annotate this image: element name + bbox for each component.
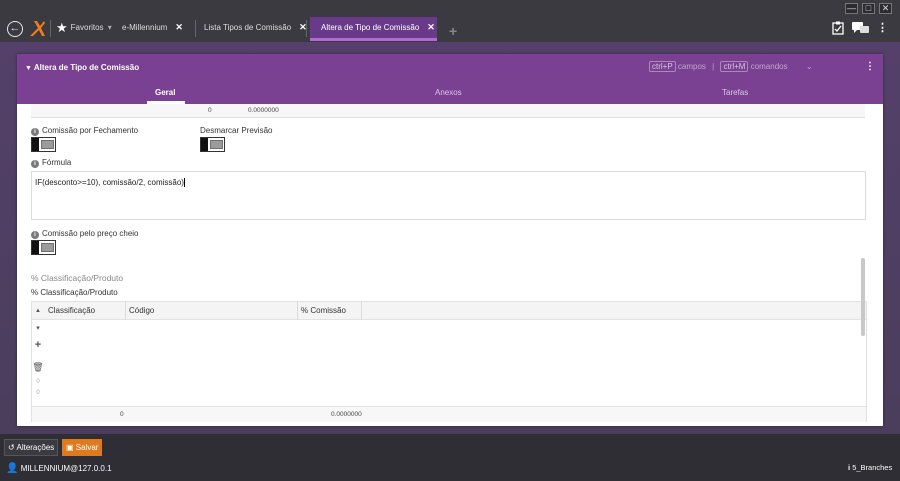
close-window-button[interactable]: ✕ (879, 3, 892, 14)
tab-geral[interactable]: Geral (155, 88, 175, 97)
panel-header: ▼ Altera de Tipo de Comissão ctrl+P camp… (17, 54, 883, 104)
grid-header: ▲ Classificação Código % Comissão (32, 302, 866, 320)
title-bar: — □ ✕ ← ★ Favoritos ▾ e-Millennium ✕ Lista… (0, 0, 900, 42)
more-menu-icon[interactable]: ⋮ (877, 21, 888, 34)
previous-grid-footer: 0 0.0000000 (31, 104, 865, 118)
save-icon: ▣ (66, 443, 74, 452)
tab-favoritos[interactable]: ★ Favoritos ▾ (52, 17, 112, 38)
grid-side-toolbar: ▾ + 🗑 0 0 (32, 324, 44, 396)
section-title: % Classificação/Produto (31, 273, 124, 283)
minimize-button[interactable]: — (845, 3, 858, 14)
vertical-scrollbar[interactable] (861, 258, 865, 336)
chevron-down-icon[interactable]: ▾ (32, 324, 44, 332)
info-icon: i (31, 160, 39, 168)
user-icon: 👤 (6, 463, 19, 474)
form-content: 0 0.0000000 i Comissão por Fechamento Des… (17, 104, 867, 426)
tab-anexos[interactable]: Anexos (435, 88, 462, 97)
comissao-preco-cheio-toggle[interactable] (31, 240, 56, 255)
chat-icon[interactable] (852, 22, 870, 35)
tab-altera-tipo-comissao[interactable]: Altera de Tipo de Comissão ✕ (310, 17, 437, 41)
close-icon[interactable]: ✕ (175, 22, 183, 32)
classificacao-produto-grid: ▲ Classificação Código % Comissão ▾ + 🗑 … (31, 301, 867, 422)
sort-ascending-icon[interactable]: ▲ (32, 302, 45, 320)
grid-footer: 0 0.0000000 (32, 406, 866, 422)
edit-panel: ▼ Altera de Tipo de Comissão ctrl+P camp… (17, 54, 883, 426)
bottom-bar: ↺ Alterações ▣ Salvar 👤 MILLENNIUM@127.0… (0, 434, 900, 481)
clipboard-check-icon[interactable] (832, 21, 844, 35)
add-tab-button[interactable]: + (449, 23, 457, 39)
chevron-down-icon[interactable]: ⌄ (806, 62, 813, 71)
tab-lista-tipos-comissao[interactable]: Lista Tipos de Comissão ✕ (200, 17, 307, 38)
info-icon: i (31, 231, 39, 239)
info-icon: i (848, 463, 851, 472)
grid-title: % Classificação/Produto (31, 288, 118, 297)
column-classificacao[interactable]: Classificação (45, 302, 126, 320)
column-codigo[interactable]: Código (126, 302, 298, 320)
close-icon[interactable]: ✕ (427, 22, 435, 32)
comissao-fechamento-toggle[interactable] (31, 137, 56, 152)
branch-status: i 5_Branches (848, 463, 893, 472)
maximize-button[interactable]: □ (862, 3, 875, 14)
info-icon: i (31, 128, 39, 136)
panel-menu-icon[interactable]: ⋮ (865, 61, 875, 72)
shortcuts-hint: ctrl+P campos | ctrl+M comandos ⌄ (649, 61, 813, 72)
add-row-icon[interactable]: + (32, 339, 44, 351)
chevron-down-icon: ▾ (107, 23, 112, 32)
desmarcar-previsao-label: Desmarcar Previsão (200, 126, 273, 135)
trash-icon[interactable]: 🗑 (32, 362, 44, 373)
millennium-logo-icon (30, 21, 45, 36)
star-icon: ★ (56, 20, 68, 35)
formula-textarea[interactable]: IF(desconto>=10), comissão/2, comissão) (31, 171, 866, 220)
tab-tarefas[interactable]: Tarefas (722, 88, 748, 97)
tab-e-millennium[interactable]: e-Millennium ✕ (118, 17, 183, 38)
salvar-button[interactable]: ▣ Salvar (62, 439, 103, 456)
formula-label: i Fórmula (31, 158, 71, 168)
collapse-triangle-icon[interactable]: ▼ (25, 65, 32, 72)
comissao-preco-cheio-label: i Comissão pelo preço cheio (31, 229, 139, 239)
undo-icon: ↺ (8, 443, 15, 452)
panel-title[interactable]: ▼ Altera de Tipo de Comissão (25, 63, 139, 72)
back-arrow-icon[interactable]: ← (7, 21, 23, 37)
comissao-fechamento-label: i Comissão por Fechamento (31, 126, 138, 136)
column-percent-comissao[interactable]: % Comissão (298, 302, 362, 320)
user-status: 👤 MILLENNIUM@127.0.0.1 (6, 463, 112, 474)
alteracoes-button[interactable]: ↺ Alterações (4, 439, 59, 456)
desmarcar-previsao-toggle[interactable] (200, 137, 225, 152)
